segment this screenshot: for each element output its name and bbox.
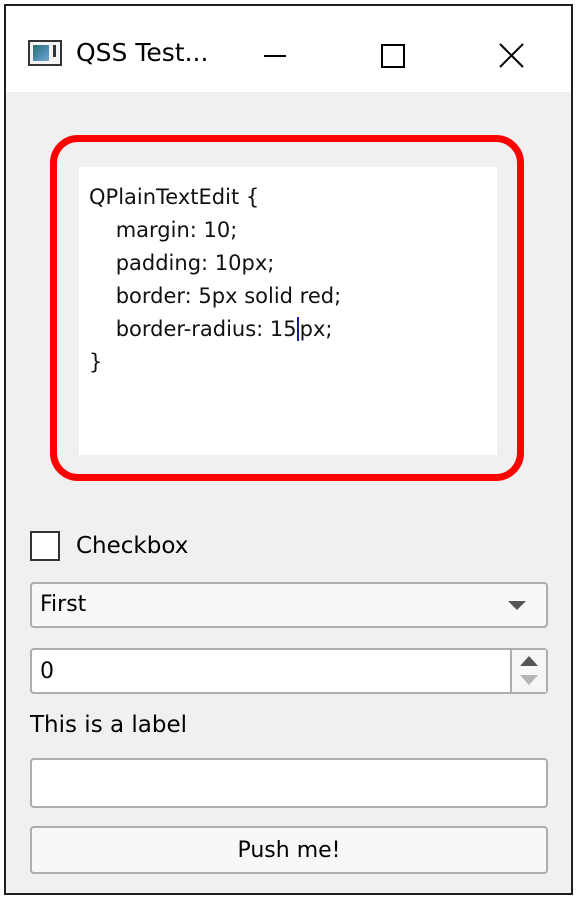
maximize-button[interactable] <box>362 28 422 78</box>
combo-selected-value: First <box>40 592 87 617</box>
plain-text-edit[interactable]: QPlainTextEdit { margin: 10; padding: 10… <box>50 135 524 481</box>
arrow-down-icon <box>520 675 538 685</box>
close-button[interactable] <box>480 28 540 78</box>
text-caret <box>296 317 299 341</box>
app-icon-pane <box>33 45 49 61</box>
static-label: This is a label <box>30 712 188 738</box>
combo-box[interactable]: First <box>30 582 548 628</box>
spin-down-button[interactable] <box>512 671 546 692</box>
spin-up-button[interactable] <box>512 650 546 671</box>
minimize-icon <box>264 55 286 57</box>
spin-buttons <box>510 650 546 692</box>
checkbox-label[interactable]: Checkbox <box>76 533 188 559</box>
line-edit[interactable] <box>30 758 548 808</box>
checkbox-row[interactable]: Checkbox <box>30 526 188 566</box>
code-line-text: border-radius: 15 <box>89 317 297 341</box>
push-button[interactable]: Push me! <box>30 826 548 874</box>
code-line: padding: 10px; <box>89 251 275 275</box>
checkbox[interactable] <box>30 531 60 561</box>
maximize-icon <box>381 44 405 68</box>
spin-box-value[interactable]: 0 <box>40 659 54 684</box>
code-line: } <box>89 350 103 374</box>
title-bar[interactable]: QSS Test... <box>6 6 571 92</box>
chevron-down-icon[interactable] <box>508 601 526 610</box>
code-line: QPlainTextEdit { <box>89 185 260 209</box>
code-line: margin: 10; <box>89 218 238 242</box>
app-icon-bar <box>53 45 56 57</box>
app-window: QSS Test... QPlainTextEdit { margin: 10; <box>4 4 573 895</box>
arrow-up-icon <box>520 656 538 666</box>
code-line-text-after-caret: px; <box>299 317 333 341</box>
text-edit-viewport[interactable]: QPlainTextEdit { margin: 10; padding: 10… <box>79 167 497 455</box>
minimize-button[interactable] <box>244 28 304 78</box>
window-title: QSS Test... <box>76 38 209 67</box>
code-line: border: 5px solid red; <box>89 284 342 308</box>
content-area: QPlainTextEdit { margin: 10; padding: 10… <box>6 92 571 893</box>
close-icon <box>499 43 524 68</box>
code-line-with-caret: border-radius: 15 px; <box>89 313 487 346</box>
spin-box[interactable]: 0 <box>30 648 548 694</box>
app-icon <box>28 40 62 66</box>
